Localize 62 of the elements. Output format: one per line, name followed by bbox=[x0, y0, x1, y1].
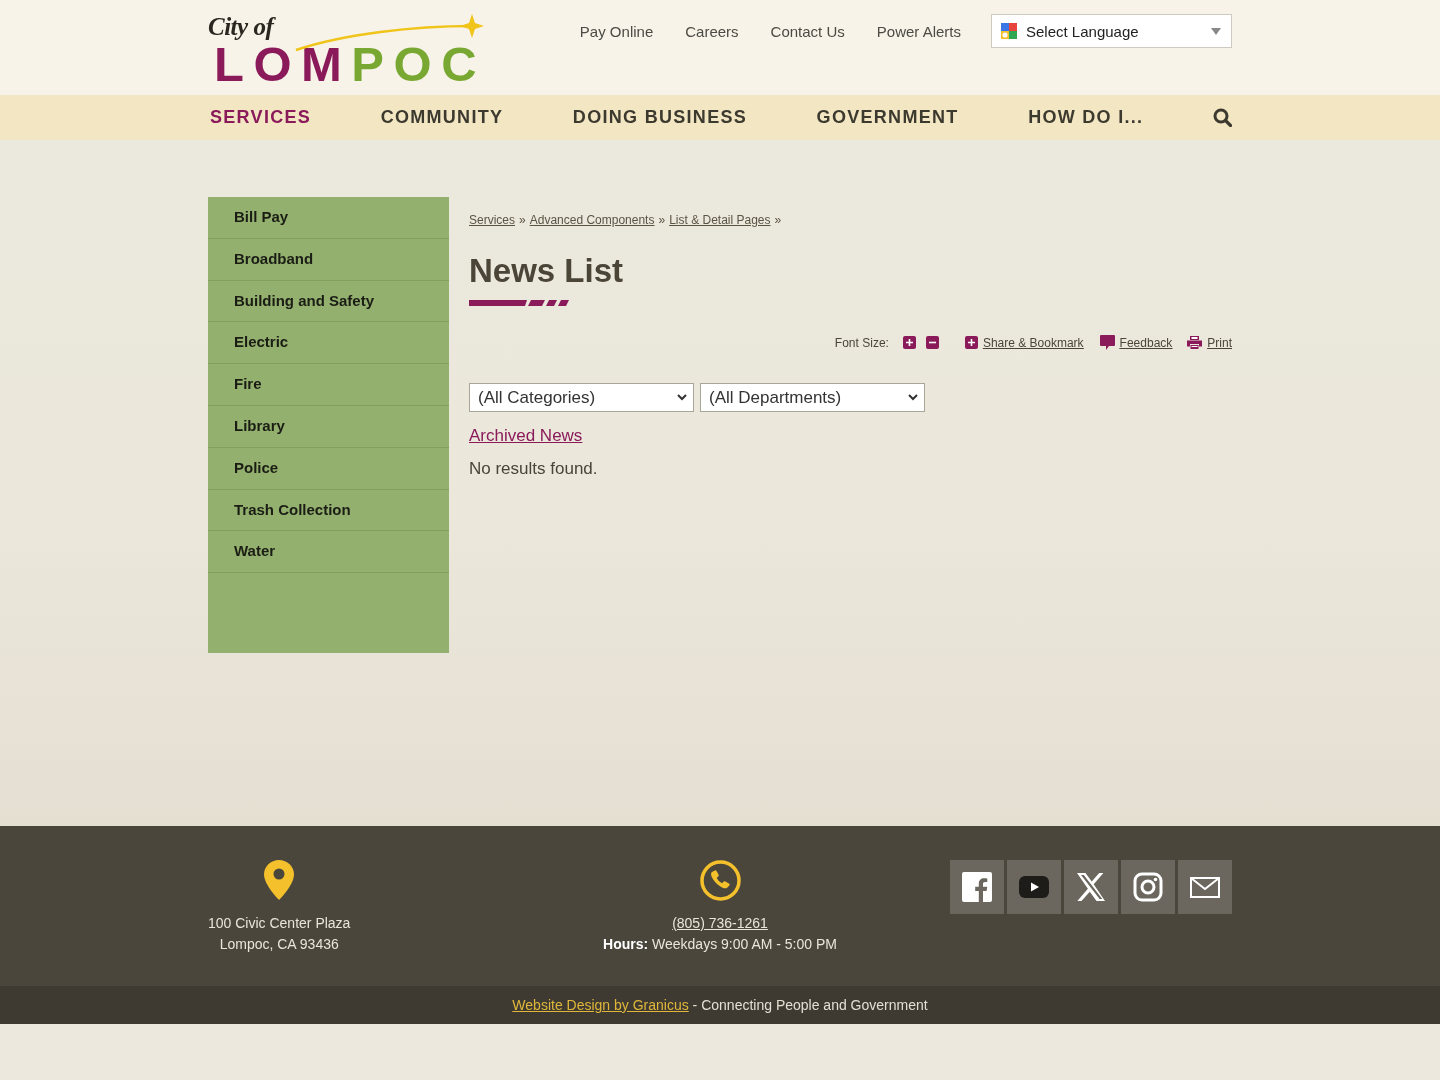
sidebar-item[interactable]: Building and Safety bbox=[208, 280, 449, 323]
credit-text: - Connecting People and Government bbox=[692, 997, 928, 1013]
search-icon[interactable] bbox=[1212, 108, 1232, 127]
nav-menu-item[interactable]: GOVERNMENT bbox=[816, 107, 959, 128]
share-bookmark-link[interactable]: Share & Bookmark bbox=[982, 335, 1084, 350]
social-link-button[interactable] bbox=[1178, 860, 1232, 914]
breadcrumb-separator: » bbox=[658, 212, 666, 228]
camera-icon bbox=[1133, 872, 1163, 902]
increase-font-icon[interactable] bbox=[902, 336, 916, 349]
feedback-link[interactable]: Feedback bbox=[1119, 335, 1173, 350]
font-size-label: Font Size: bbox=[834, 335, 889, 350]
sidebar-item[interactable]: Bill Pay bbox=[208, 197, 449, 239]
print-link[interactable]: Print bbox=[1207, 335, 1232, 350]
nav-menu-item[interactable]: COMMUNITY bbox=[380, 107, 504, 128]
language-select[interactable]: Select Language bbox=[991, 14, 1232, 48]
phone-icon bbox=[699, 860, 741, 901]
phone-link[interactable]: (805) 736-1261 bbox=[672, 913, 768, 934]
nav-menu-item[interactable]: SERVICES bbox=[210, 107, 312, 128]
envelope-icon bbox=[1190, 876, 1220, 898]
utility-link[interactable]: Power Alerts bbox=[876, 22, 961, 40]
facebook-icon bbox=[962, 872, 992, 902]
sidebar-item[interactable]: Electric bbox=[208, 322, 449, 365]
chevron-down-icon bbox=[908, 394, 918, 401]
granicus-credit-link[interactable]: Website Design by Granicus bbox=[512, 997, 689, 1013]
utility-link[interactable]: Pay Online bbox=[579, 22, 654, 40]
filter-select[interactable]: (All Categories) bbox=[469, 383, 694, 412]
sidebar-item[interactable]: Water bbox=[208, 531, 449, 574]
sidebar-item[interactable]: Police bbox=[208, 447, 449, 490]
x-logo-icon bbox=[1076, 872, 1106, 902]
filter-select[interactable]: (All Departments) bbox=[700, 383, 925, 412]
speech-bubble-icon bbox=[1099, 335, 1115, 350]
plus-square-icon bbox=[964, 336, 978, 349]
address-text: 100 Civic Center Plaza Lompoc, CA 93436 bbox=[208, 914, 351, 954]
social-link-button[interactable] bbox=[950, 860, 1004, 914]
empty-message: No results found. bbox=[469, 459, 598, 479]
social-link-button[interactable] bbox=[1007, 860, 1061, 914]
printer-icon bbox=[1187, 336, 1203, 349]
caret-down-icon bbox=[1211, 27, 1221, 35]
chevron-down-icon bbox=[677, 394, 687, 401]
social-link-button[interactable] bbox=[1121, 860, 1175, 914]
utility-link[interactable]: Careers bbox=[685, 22, 739, 40]
nav-menu-item[interactable]: DOING BUSINESS bbox=[572, 107, 748, 128]
office-hours-text: Hours: Weekdays 9:00 AM - 5:00 PM bbox=[603, 935, 837, 954]
map-pin-icon bbox=[264, 860, 295, 900]
nav-menu-item[interactable]: HOW DO I... bbox=[1028, 107, 1144, 128]
social-link-button[interactable] bbox=[1064, 860, 1118, 914]
breadcrumb-separator: » bbox=[519, 212, 526, 228]
translate-icon bbox=[1000, 22, 1018, 40]
breadcrumb-link[interactable]: Advanced Components bbox=[529, 212, 655, 228]
page-title: News List bbox=[469, 252, 624, 290]
utility-link[interactable]: Contact Us bbox=[770, 22, 845, 40]
breadcrumb-link[interactable]: Services bbox=[469, 212, 515, 228]
breadcrumb-link[interactable]: List & Detail Pages bbox=[669, 212, 771, 228]
video-play-icon bbox=[1019, 876, 1049, 898]
archived-news-link[interactable]: Archived News bbox=[469, 426, 583, 446]
logo-script-text: City of bbox=[208, 12, 274, 42]
sidebar-item[interactable]: Broadband bbox=[208, 238, 449, 281]
breadcrumb-separator: » bbox=[774, 212, 782, 228]
decrease-font-icon[interactable] bbox=[925, 336, 939, 349]
sidebar-item[interactable]: Fire bbox=[208, 364, 449, 406]
sidebar-item[interactable]: Library bbox=[208, 406, 449, 448]
sidebar-item[interactable]: Trash Collection bbox=[208, 489, 449, 532]
